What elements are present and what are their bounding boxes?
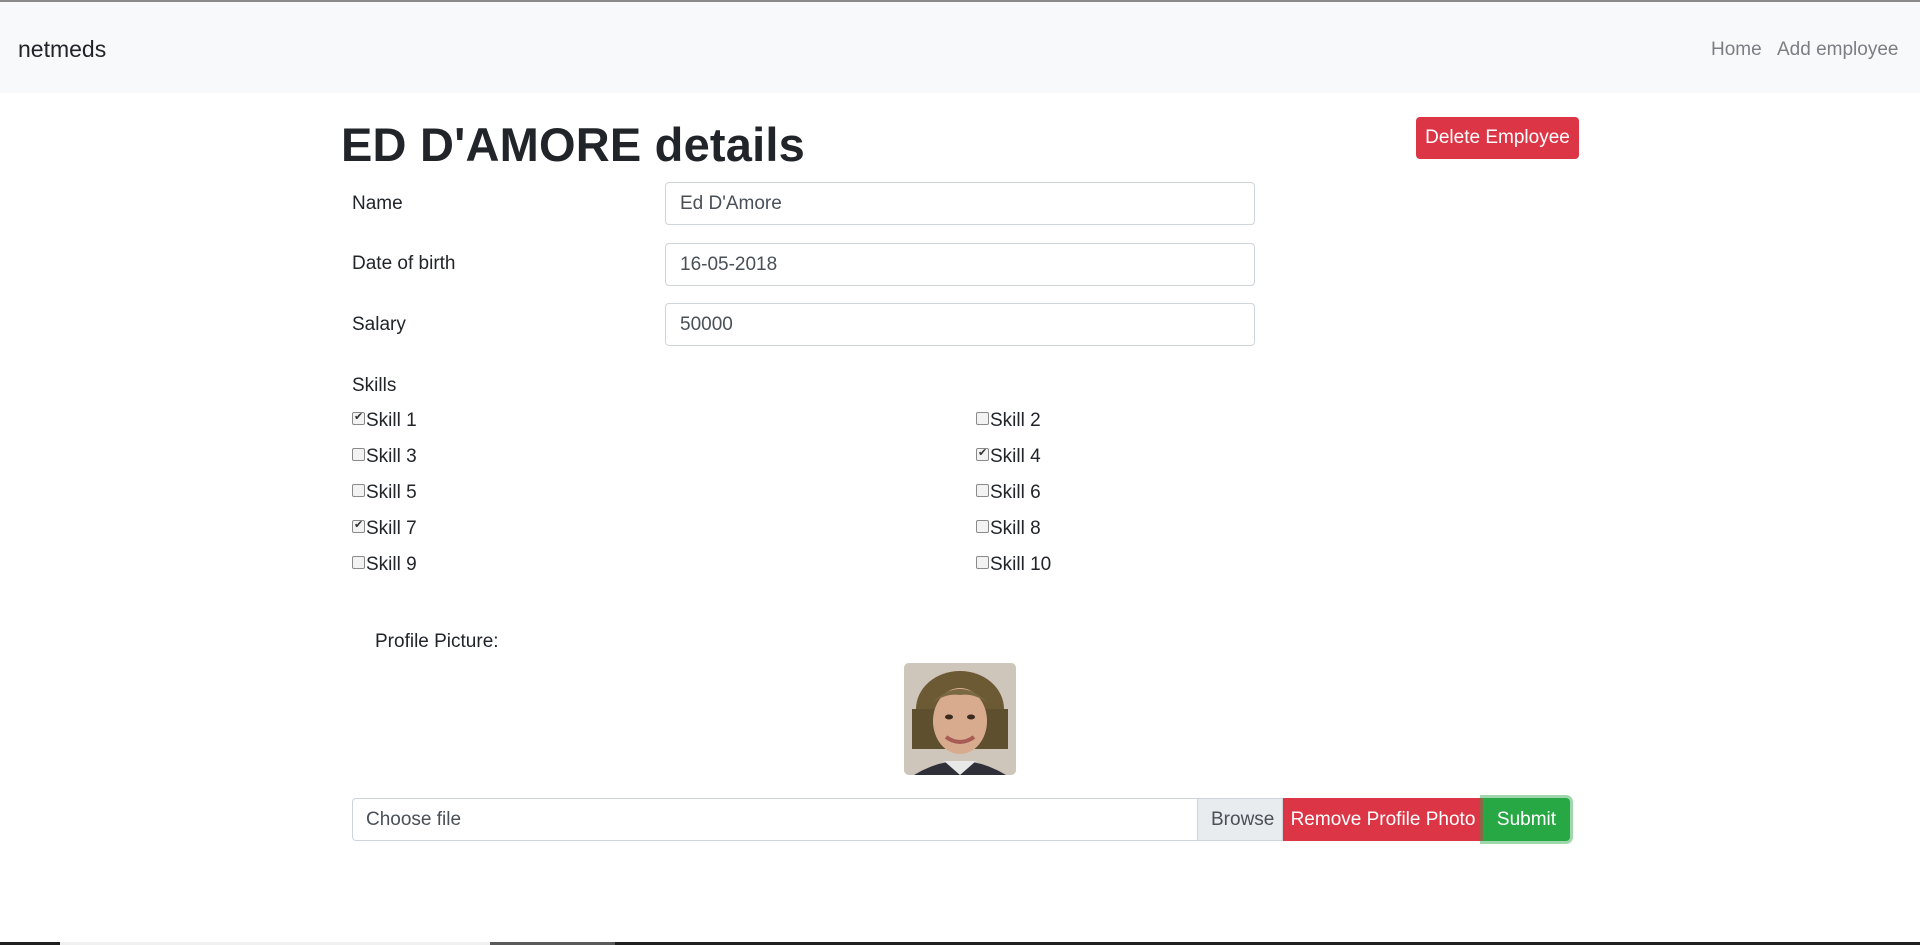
skill-label: Skill 1 (366, 410, 417, 431)
skill-label: Skill 2 (990, 410, 1041, 431)
checkbox[interactable] (352, 447, 365, 461)
skill-label: Skill 7 (366, 518, 417, 539)
page-title: ED D'AMORE details (341, 118, 805, 171)
skill-item-4[interactable]: Skill 4 (976, 446, 1041, 468)
delete-employee-button[interactable]: Delete Employee (1416, 117, 1579, 159)
checkbox[interactable] (352, 483, 365, 497)
salary-input[interactable] (665, 303, 1255, 346)
skill-item-2[interactable]: Skill 2 (976, 410, 1041, 432)
checkbox[interactable] (976, 555, 989, 569)
salary-label: Salary (352, 314, 406, 335)
skill-item-6[interactable]: Skill 6 (976, 482, 1041, 504)
checkbox[interactable] (976, 411, 989, 425)
checkbox[interactable] (352, 555, 365, 569)
skill-item-3[interactable]: Skill 3 (352, 446, 417, 468)
checkbox[interactable] (976, 519, 989, 533)
remove-profile-photo-button[interactable]: Remove Profile Photo (1283, 798, 1483, 841)
checkbox[interactable] (352, 410, 365, 425)
name-input[interactable] (665, 182, 1255, 225)
file-input[interactable]: Choose file (352, 798, 1197, 841)
skill-item-1[interactable]: Skill 1 (352, 410, 417, 432)
browse-button[interactable]: Browse (1197, 798, 1283, 841)
skill-item-10[interactable]: Skill 10 (976, 554, 1051, 576)
name-label: Name (352, 193, 403, 214)
skill-item-9[interactable]: Skill 9 (352, 554, 417, 576)
skill-item-8[interactable]: Skill 8 (976, 518, 1041, 540)
nav-link-add-employee[interactable]: Add employee (1777, 39, 1898, 61)
brand-logo[interactable]: netmeds (18, 36, 106, 63)
submit-button[interactable]: Submit (1483, 798, 1570, 841)
skill-label: Skill 3 (366, 446, 417, 467)
skill-label: Skill 10 (990, 554, 1052, 575)
checkbox[interactable] (352, 518, 365, 533)
skill-item-7[interactable]: Skill 7 (352, 518, 417, 540)
checkbox[interactable] (976, 483, 989, 497)
skill-label: Skill 8 (990, 518, 1041, 539)
skill-item-5[interactable]: Skill 5 (352, 482, 417, 504)
checkbox[interactable] (976, 446, 989, 461)
skill-label: Skill 4 (990, 446, 1041, 467)
skill-label: Skill 9 (366, 554, 417, 575)
profile-photo (904, 663, 1016, 775)
skills-label: Skills (352, 375, 397, 396)
profile-photo-image (904, 663, 1016, 775)
skill-label: Skill 6 (990, 482, 1041, 503)
file-upload-group: Choose file Browse Remove Profile Photo … (352, 798, 1570, 841)
navbar: netmeds Home Add employee (0, 2, 1920, 93)
dob-label: Date of birth (352, 253, 456, 274)
profile-picture-label: Profile Picture: (375, 631, 499, 652)
nav-link-home[interactable]: Home (1711, 39, 1762, 61)
skill-label: Skill 5 (366, 482, 417, 503)
dob-input[interactable] (665, 243, 1255, 286)
